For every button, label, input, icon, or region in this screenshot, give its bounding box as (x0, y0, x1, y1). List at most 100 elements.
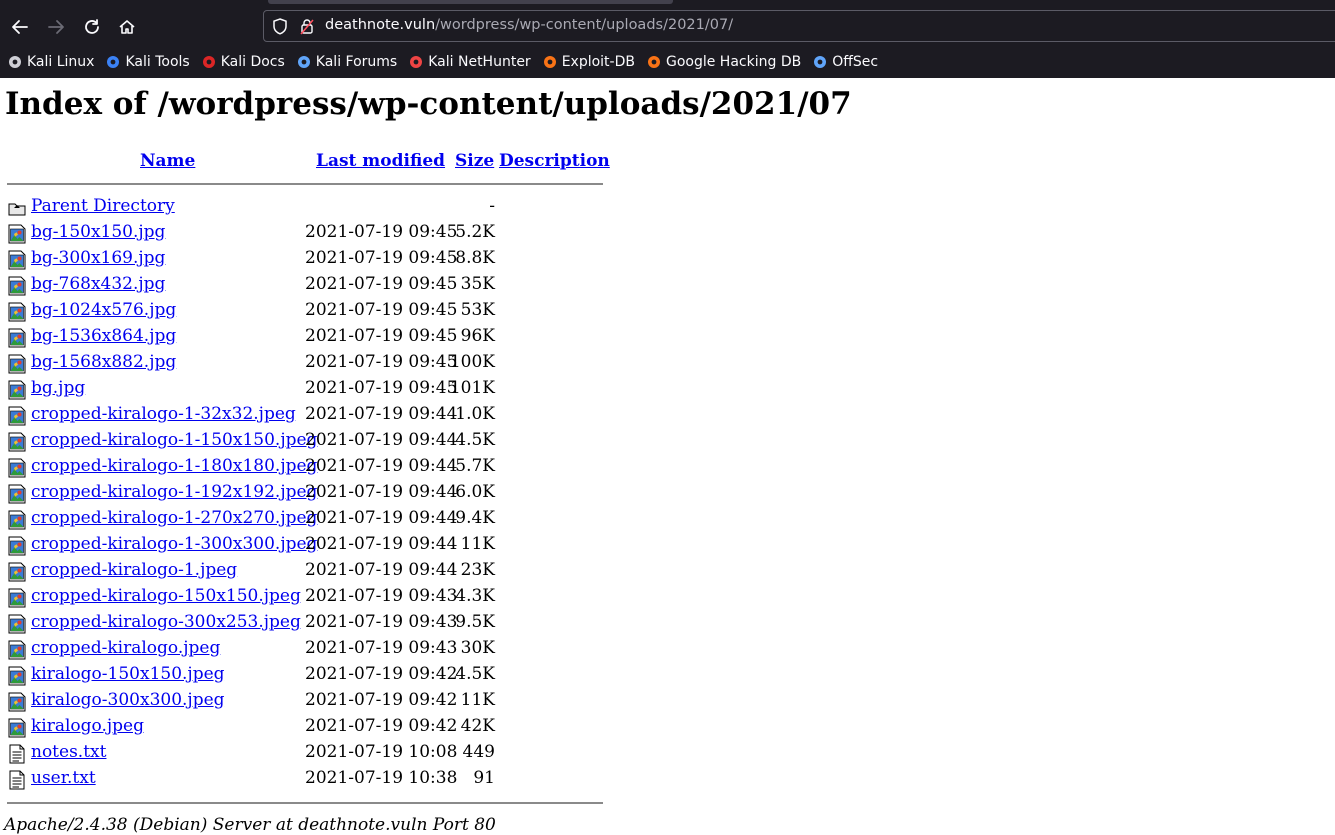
table-row: cropped-kiralogo-1.jpeg 2021-07-19 09:44 2… (0, 560, 620, 584)
nethunter-icon (409, 55, 423, 69)
sort-by-description-link[interactable]: Description (499, 151, 610, 171)
image-file-icon (7, 432, 27, 452)
file-size: 11K (460, 690, 495, 710)
sort-by-size-link[interactable]: Size (455, 151, 494, 171)
image-file-icon (7, 692, 27, 712)
table-row: user.txt 2021-07-19 10:38 91 (0, 768, 620, 792)
file-date: 2021-07-19 09:44 (305, 404, 458, 424)
file-date: 2021-07-19 09:43 (305, 638, 458, 658)
file-size: 9.4K (455, 508, 495, 528)
sort-by-name-link[interactable]: Name (140, 151, 195, 171)
table-row: cropped-kiralogo.jpeg 2021-07-19 09:43 30K (0, 638, 620, 662)
file-date: 2021-07-19 09:44 (305, 482, 458, 502)
file-date: 2021-07-19 10:38 (305, 768, 458, 788)
exploit-db-icon (543, 55, 557, 69)
bookmark-kali-linux[interactable]: Kali Linux (8, 54, 94, 70)
file-date: 2021-07-19 09:44 (305, 508, 458, 528)
back-arrow-icon[interactable] (7, 14, 33, 40)
home-icon[interactable] (114, 14, 140, 40)
file-size: 42K (460, 716, 495, 736)
reload-icon[interactable] (79, 14, 105, 40)
bookmark-label: Kali Tools (125, 54, 190, 70)
table-row: cropped-kiralogo-1-180x180.jpeg 2021-07-1… (0, 456, 620, 480)
file-link[interactable]: cropped-kiralogo-1-32x32.jpeg (31, 404, 296, 424)
file-link[interactable]: bg-1024x576.jpg (31, 300, 176, 320)
file-link[interactable]: cropped-kiralogo-1-270x270.jpeg (31, 508, 317, 528)
bookmark-kali-nethunter[interactable]: Kali NetHunter (409, 54, 531, 70)
tracking-shield-icon[interactable] (272, 18, 288, 39)
parent-dir-icon (7, 198, 27, 218)
file-link[interactable]: user.txt (31, 768, 96, 788)
table-row: kiralogo.jpeg 2021-07-19 09:42 42K (0, 716, 620, 740)
file-date: 2021-07-19 09:45 (305, 378, 458, 398)
file-date: 2021-07-19 10:08 (305, 742, 458, 762)
image-file-icon (7, 562, 27, 582)
file-size: 4.3K (455, 586, 495, 606)
file-link[interactable]: kiralogo-300x300.jpeg (31, 690, 225, 710)
file-size: 8.8K (455, 248, 495, 268)
table-row: cropped-kiralogo-1-192x192.jpeg 2021-07-1… (0, 482, 620, 506)
bookmark-google-hacking-db[interactable]: Google Hacking DB (647, 54, 801, 70)
table-row: notes.txt 2021-07-19 10:08 449 (0, 742, 620, 766)
file-date: 2021-07-19 09:45 (305, 222, 458, 242)
file-link[interactable]: bg.jpg (31, 378, 85, 398)
table-row: bg-768x432.jpg 2021-07-19 09:45 35K (0, 274, 620, 298)
file-date: 2021-07-19 09:45 (305, 352, 458, 372)
table-row: bg-300x169.jpg 2021-07-19 09:45 8.8K (0, 248, 620, 272)
text-file-icon (7, 770, 27, 790)
active-tab-indicator[interactable] (268, 0, 673, 4)
file-link[interactable]: Parent Directory (31, 196, 175, 216)
file-size: 4.5K (455, 430, 495, 450)
url-text[interactable]: deathnote.vuln/wordpress/wp-content/uplo… (325, 17, 733, 33)
file-link[interactable]: cropped-kiralogo-300x253.jpeg (31, 612, 301, 632)
file-size: 53K (460, 300, 495, 320)
bookmark-label: Exploit-DB (561, 54, 635, 70)
file-date: 2021-07-19 09:42 (305, 716, 458, 736)
ghdb-icon (647, 55, 661, 69)
file-link[interactable]: notes.txt (31, 742, 106, 762)
image-file-icon (7, 614, 27, 634)
file-link[interactable]: kiralogo.jpeg (31, 716, 144, 736)
bookmark-label: Google Hacking DB (665, 54, 802, 70)
file-size: 101K (449, 378, 495, 398)
kali-forums-icon (297, 55, 311, 69)
file-link[interactable]: bg-1568x882.jpg (31, 352, 176, 372)
bookmark-kali-tools[interactable]: Kali Tools (106, 54, 190, 70)
url-bar[interactable]: deathnote.vuln/wordpress/wp-content/uplo… (263, 10, 1335, 42)
file-link[interactable]: bg-300x169.jpg (31, 248, 165, 268)
bookmark-exploit-db[interactable]: Exploit-DB (543, 54, 635, 70)
url-host: deathnote.vuln (325, 17, 436, 33)
file-link[interactable]: cropped-kiralogo-1-300x300.jpeg (31, 534, 317, 554)
file-link[interactable]: bg-150x150.jpg (31, 222, 165, 242)
table-row: cropped-kiralogo-300x253.jpeg 2021-07-19 … (0, 612, 620, 636)
file-link[interactable]: cropped-kiralogo-1.jpeg (31, 560, 237, 580)
table-row: cropped-kiralogo-1-150x150.jpeg 2021-07-1… (0, 430, 620, 454)
page-title: Index of /wordpress/wp-content/uploads/2… (5, 86, 852, 122)
bookmark-label: Kali Linux (27, 54, 95, 70)
file-link[interactable]: bg-768x432.jpg (31, 274, 165, 294)
file-size: 35K (460, 274, 495, 294)
forward-arrow-icon[interactable] (43, 14, 69, 40)
table-row: kiralogo-300x300.jpeg 2021-07-19 09:42 11K (0, 690, 620, 714)
file-link[interactable]: cropped-kiralogo.jpeg (31, 638, 220, 658)
table-row: bg-1024x576.jpg 2021-07-19 09:45 53K (0, 300, 620, 324)
file-link[interactable]: cropped-kiralogo-1-150x150.jpeg (31, 430, 317, 450)
bookmark-label: Kali NetHunter (428, 54, 531, 70)
kali-dragon-icon (8, 55, 22, 69)
insecure-lock-icon[interactable] (300, 18, 314, 39)
table-row: cropped-kiralogo-1-270x270.jpeg 2021-07-1… (0, 508, 620, 532)
file-date: 2021-07-19 09:44 (305, 560, 458, 580)
file-link[interactable]: cropped-kiralogo-1-180x180.jpeg (31, 456, 317, 476)
file-link[interactable]: cropped-kiralogo-150x150.jpeg (31, 586, 301, 606)
url-path: /wordpress/wp-content/uploads/2021/07/ (435, 17, 734, 33)
file-link[interactable]: bg-1536x864.jpg (31, 326, 176, 346)
bookmark-offsec[interactable]: OffSec (813, 54, 878, 70)
browser-chrome: deathnote.vuln/wordpress/wp-content/uplo… (0, 0, 1335, 78)
bookmark-kali-docs[interactable]: Kali Docs (202, 54, 285, 70)
bookmark-kali-forums[interactable]: Kali Forums (297, 54, 397, 70)
image-file-icon (7, 484, 27, 504)
file-link[interactable]: cropped-kiralogo-1-192x192.jpeg (31, 482, 317, 502)
image-file-icon (7, 250, 27, 270)
sort-by-last-modified-link[interactable]: Last modified (316, 151, 445, 171)
file-link[interactable]: kiralogo-150x150.jpeg (31, 664, 225, 684)
